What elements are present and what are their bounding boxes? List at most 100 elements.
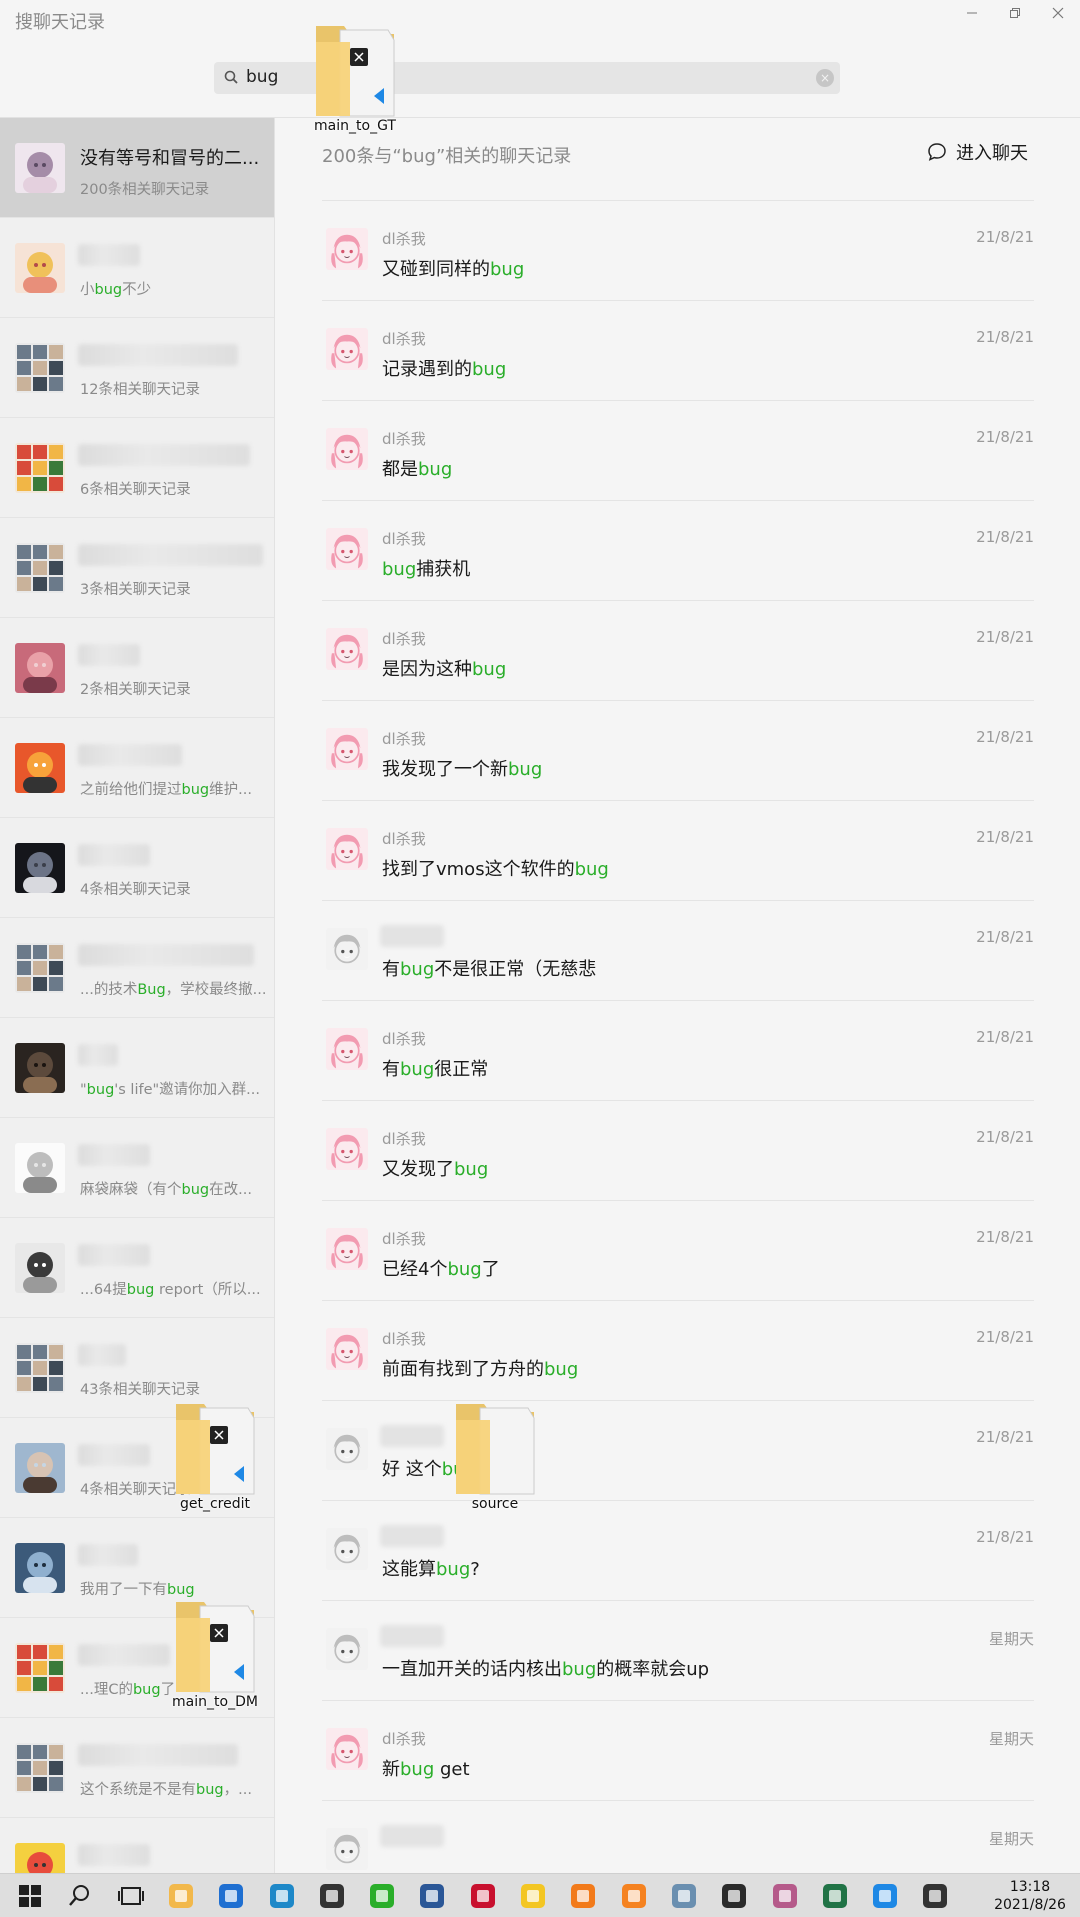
desktop-folder[interactable]: source: [450, 1398, 540, 1518]
message-result[interactable]: 21/8/21 这能算bug?: [276, 1500, 1080, 1600]
divider: [322, 1000, 1034, 1001]
message-date: 21/8/21: [976, 828, 1034, 846]
settings-gear-icon[interactable]: [618, 1880, 650, 1912]
message-result[interactable]: dl杀我 21/8/21 前面有找到了方舟的bug: [276, 1300, 1080, 1400]
conversation-summary: 2条相关聊天记录: [80, 678, 191, 699]
message-result[interactable]: dl杀我 星期天 新bug get: [276, 1700, 1080, 1800]
message-result[interactable]: dl杀我 21/8/21 有bug很正常: [276, 1000, 1080, 1100]
message-result[interactable]: 星期天: [276, 1800, 1080, 1873]
vscode-icon[interactable]: [869, 1880, 901, 1912]
conversation-item[interactable]: 之前给他们提过bug维护...: [0, 718, 274, 818]
wechat-icon[interactable]: [366, 1880, 398, 1912]
message-text: 有bug很正常: [382, 1055, 488, 1081]
keyword-highlight: bug: [508, 759, 543, 780]
divider: [322, 1500, 1034, 1501]
divider: [322, 1300, 1034, 1301]
word-icon[interactable]: [416, 1880, 448, 1912]
message-result[interactable]: 星期天 一直加开关的话内核出bug的概率就会up: [276, 1600, 1080, 1700]
conversation-item[interactable]: 2条相关聊天记录: [0, 618, 274, 718]
conversation-name-redacted: [78, 1044, 118, 1066]
message-result[interactable]: dl杀我 21/8/21 我发现了一个新bug: [276, 700, 1080, 800]
search-input[interactable]: bug ×: [214, 62, 840, 94]
acrobat-icon[interactable]: [467, 1880, 499, 1912]
conversation-item[interactable]: ...64提bug report（所以...: [0, 1218, 274, 1318]
minimize-button[interactable]: [952, 4, 992, 26]
message-result[interactable]: 我也找出一堆bug: [276, 182, 1080, 200]
windows-start-icon[interactable]: [14, 1880, 46, 1912]
divider: [322, 1800, 1034, 1801]
conversation-summary: 麻袋麻袋（有个bug在改...: [80, 1178, 252, 1199]
message-result[interactable]: dl杀我 21/8/21 又发现了bug: [276, 1100, 1080, 1200]
conversation-name-redacted: [78, 1444, 150, 1466]
file-explorer-icon[interactable]: [165, 1880, 197, 1912]
conversation-item[interactable]: ...的技术Bug，学校最终撤...: [0, 918, 274, 1018]
search-value[interactable]: bug: [246, 67, 278, 87]
store-icon[interactable]: [316, 1880, 348, 1912]
message-fragment: 一直加开关的话内核出: [382, 1659, 562, 1680]
folder-label: main_to_GT: [314, 118, 396, 134]
conversation-item[interactable]: 这个系统是不是有bug，...: [0, 1718, 274, 1818]
pen-icon[interactable]: [919, 1880, 951, 1912]
conversation-item[interactable]: 没有等号和冒号的二... 200条相关聊天记录: [0, 118, 274, 218]
conversation-item[interactable]: "bug's life"邀请你加入群...: [0, 1018, 274, 1118]
message-date: 21/8/21: [976, 528, 1034, 546]
summary-text: 's life"邀请你加入群...: [114, 1082, 261, 1098]
message-sender: dl杀我: [382, 330, 426, 348]
message-result[interactable]: 21/8/21 有bug不是很正常（无慈悲: [276, 900, 1080, 1000]
media-player-icon[interactable]: [567, 1880, 599, 1912]
keyword-highlight: bug: [472, 359, 507, 380]
summary-text: 12条相关聊天记录: [80, 382, 200, 398]
keyword-highlight: bug: [418, 459, 453, 480]
message-result[interactable]: dl杀我 21/8/21 已经4个bug了: [276, 1200, 1080, 1300]
summary-text: 6条相关聊天记录: [80, 482, 191, 498]
conversation-item[interactable]: [0, 1818, 274, 1873]
conversation-item[interactable]: 12条相关聊天记录: [0, 318, 274, 418]
message-result[interactable]: 21/8/21好 这个bug: [276, 1400, 1080, 1500]
maximize-button[interactable]: [995, 4, 1035, 26]
conversation-item[interactable]: 麻袋麻袋（有个bug在改...: [0, 1118, 274, 1218]
summary-text: 4条相关聊天记录: [80, 882, 191, 898]
task-view-icon[interactable]: [115, 1880, 147, 1912]
conversation-item[interactable]: 6条相关聊天记录: [0, 418, 274, 518]
message-fragment: get: [434, 1759, 470, 1780]
keyword-highlight: bug: [574, 859, 609, 880]
edge-icon[interactable]: [266, 1880, 298, 1912]
message-result[interactable]: dl杀我 21/8/21 bug捕获机: [276, 500, 1080, 600]
conversation-summary: ...的技术Bug，学校最终撤...: [80, 978, 267, 999]
conversation-summary: 小bug不少: [80, 278, 151, 299]
message-date: 21/8/21: [976, 1328, 1034, 1346]
message-result[interactable]: dl杀我 21/8/21 是因为这种bug: [276, 600, 1080, 700]
photos-icon[interactable]: [668, 1880, 700, 1912]
message-fragment: 是因为这种: [382, 659, 472, 680]
terminal-icon[interactable]: [718, 1880, 750, 1912]
avatar: [15, 1243, 65, 1293]
avatar: [326, 428, 368, 470]
keyword-highlight: bug: [544, 1359, 579, 1380]
search-icon[interactable]: [64, 1880, 96, 1912]
folder-icon: [456, 1404, 535, 1495]
message-result[interactable]: dl杀我 21/8/21 又碰到同样的bug: [276, 200, 1080, 300]
avatar-app-icon[interactable]: [769, 1880, 801, 1912]
divider: [322, 600, 1034, 601]
conversation-item[interactable]: 4条相关聊天记录: [0, 818, 274, 918]
message-result[interactable]: dl杀我 21/8/21 记录遇到的bug: [276, 300, 1080, 400]
avatar: [326, 1528, 368, 1570]
mail-icon[interactable]: [215, 1880, 247, 1912]
message-result[interactable]: dl杀我 21/8/21 都是bug: [276, 400, 1080, 500]
conversation-item[interactable]: 3条相关聊天记录: [0, 518, 274, 618]
conversation-name-redacted: [78, 844, 150, 866]
sticky-notes-icon[interactable]: [517, 1880, 549, 1912]
desktop-folder[interactable]: main_to_GT: [310, 20, 400, 140]
message-sender: dl杀我: [382, 830, 426, 848]
clear-search-button[interactable]: ×: [816, 69, 834, 87]
system-clock[interactable]: 13:18 2021/8/26: [985, 1878, 1075, 1914]
message-result[interactable]: dl杀我 21/8/21 找到了vmos这个软件的bug: [276, 800, 1080, 900]
close-button[interactable]: [1038, 4, 1078, 26]
desktop-folder[interactable]: main_to_DM: [170, 1596, 260, 1716]
excel-icon[interactable]: [819, 1880, 851, 1912]
conversation-item[interactable]: 小bug不少: [0, 218, 274, 318]
conversation-name-redacted: [78, 1644, 170, 1666]
desktop-folder[interactable]: get_credit: [170, 1398, 260, 1518]
folder-icon: [176, 1602, 255, 1693]
enter-chat-button[interactable]: 进入聊天: [926, 140, 1028, 164]
